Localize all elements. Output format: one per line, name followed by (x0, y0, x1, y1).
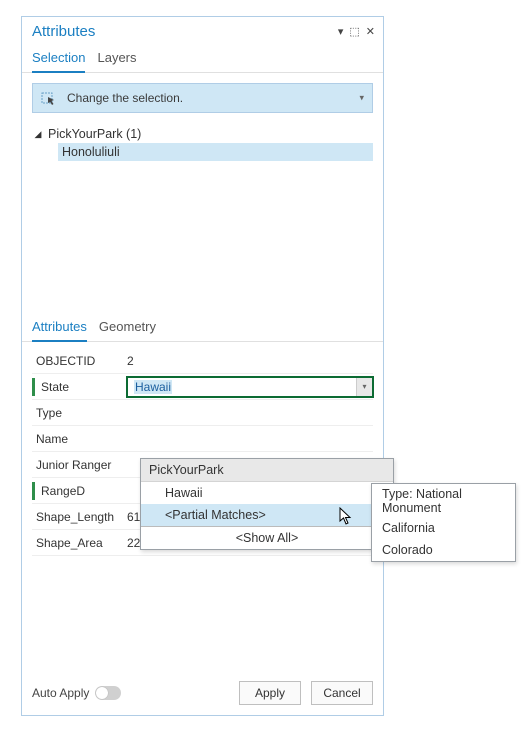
row-state: State Hawaii ▾ (32, 374, 373, 400)
label-shape-length: Shape_Length (32, 510, 127, 524)
pane-title: Attributes (32, 23, 95, 40)
edit-indicator (32, 482, 35, 500)
label-type: Type (32, 406, 127, 420)
label-objectid: OBJECTID (32, 354, 127, 368)
row-name[interactable]: Name (32, 426, 373, 452)
tab-geometry[interactable]: Geometry (99, 319, 156, 341)
change-selection-bar[interactable]: Change the selection. ▾ (32, 83, 373, 113)
value-objectid: 2 (127, 354, 373, 368)
dropdown-group-header: PickYourPark (141, 459, 393, 482)
row-objectid: OBJECTID 2 (32, 348, 373, 374)
tree-feature-row[interactable]: Honoluliuli (58, 143, 373, 161)
partial-matches-submenu: Type: National Monument California Color… (371, 483, 516, 562)
top-tabs: Selection Layers (22, 40, 383, 73)
float-icon[interactable]: ⬚ (349, 25, 359, 38)
auto-apply-toggle[interactable] (95, 686, 121, 700)
tab-attributes[interactable]: Attributes (32, 319, 87, 342)
state-dropdown-popup: PickYourPark Hawaii <Partial Matches> ▶ … (140, 458, 394, 550)
label-shape-area: Shape_Area (32, 536, 127, 550)
dropdown-show-all[interactable]: <Show All> (141, 527, 393, 549)
apply-button[interactable]: Apply (239, 681, 301, 705)
cancel-button[interactable]: Cancel (311, 681, 373, 705)
window-controls: ▾ ⬚ ✕ (338, 25, 375, 38)
tree-collapse-icon[interactable]: ◢ (32, 129, 44, 140)
label-junior-ranger: Junior Ranger (32, 458, 127, 472)
tab-selection[interactable]: Selection (32, 50, 85, 73)
tree-layer-label: PickYourPark (1) (48, 127, 141, 141)
edit-indicator (32, 378, 35, 396)
label-state: State (37, 380, 127, 394)
label-name: Name (32, 432, 127, 446)
state-combobox[interactable]: Hawaii ▾ (127, 377, 373, 397)
auto-apply-group: Auto Apply (32, 686, 121, 700)
tree-feature-label: Honoluliuli (62, 145, 120, 159)
auto-apply-label: Auto Apply (32, 686, 89, 700)
state-value: Hawaii (134, 380, 172, 394)
cursor-icon (339, 507, 355, 528)
dropdown-item-partial-matches[interactable]: <Partial Matches> ▶ (141, 504, 393, 526)
tab-layers[interactable]: Layers (97, 50, 136, 72)
change-selection-label: Change the selection. (67, 91, 183, 105)
submenu-item-california[interactable]: California (372, 517, 515, 539)
label-ranged: RangeD (37, 484, 127, 498)
row-type[interactable]: Type (32, 400, 373, 426)
submenu-item-colorado[interactable]: Colorado (372, 539, 515, 561)
submenu-type-label: Type: National Monument (372, 484, 515, 517)
options-icon[interactable]: ▾ (338, 25, 344, 38)
tree-layer-row[interactable]: ◢ PickYourPark (1) (32, 125, 373, 143)
feature-tree: ◢ PickYourPark (1) Honoluliuli (22, 119, 383, 309)
chevron-down-icon: ▾ (359, 93, 364, 104)
state-dropdown-button[interactable]: ▾ (356, 378, 372, 396)
attributes-pane: Attributes ▾ ⬚ ✕ Selection Layers Change… (21, 16, 384, 716)
dropdown-item-hawaii[interactable]: Hawaii (141, 482, 393, 504)
selection-icon (41, 89, 59, 107)
footer: Auto Apply Apply Cancel (22, 671, 383, 715)
mid-tabs: Attributes Geometry (22, 309, 383, 342)
close-icon[interactable]: ✕ (366, 25, 375, 38)
